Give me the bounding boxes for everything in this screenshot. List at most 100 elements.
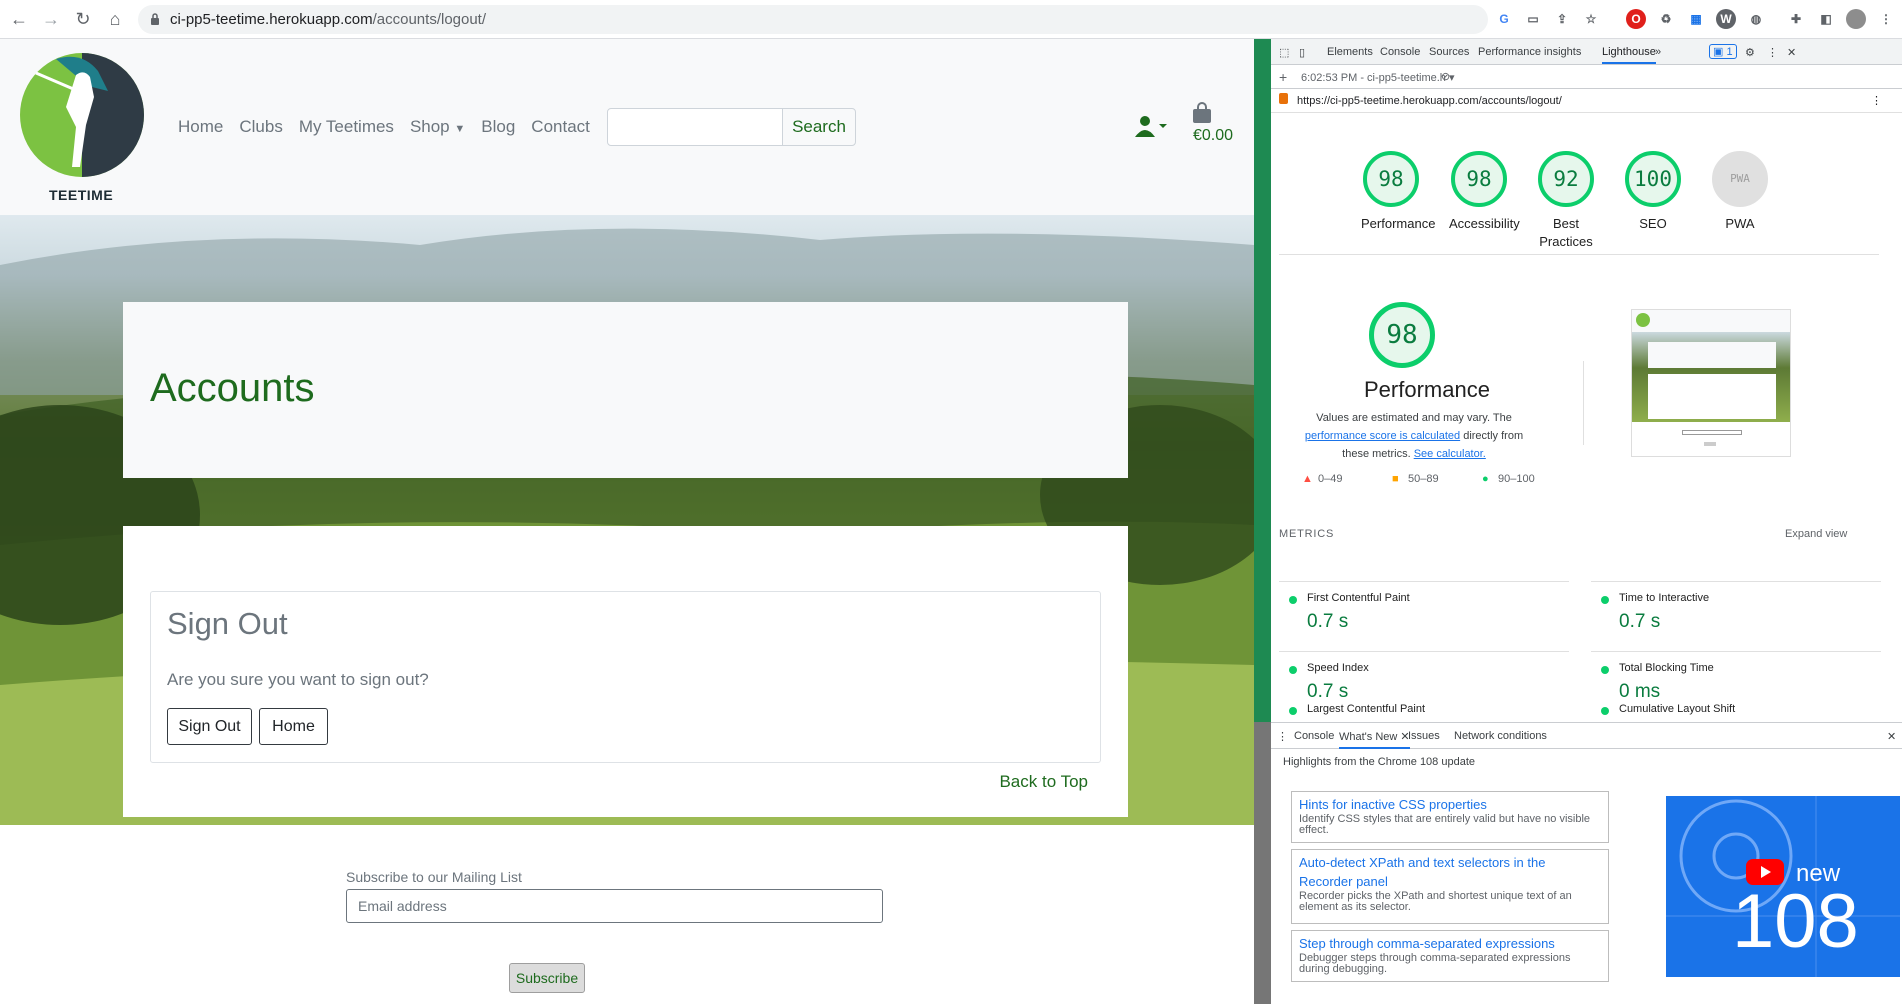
score-performance[interactable]: 98 Performance [1361, 151, 1435, 233]
subscribe-button[interactable]: Subscribe [509, 963, 585, 993]
tab-elements[interactable]: Elements [1327, 46, 1373, 58]
browser-menu-icon[interactable]: ⋮ [1876, 9, 1896, 29]
whats-new-item[interactable]: Step through comma-separated expressions… [1291, 930, 1609, 982]
webpage-viewport: TEETIME Home Clubs My Teetimes Shop ▼ Bl… [0, 39, 1254, 1004]
settings-gear-icon[interactable]: ⚙ [1745, 46, 1755, 59]
home-button[interactable]: Home [259, 708, 328, 745]
globe-extension-icon[interactable]: ◍ [1746, 9, 1766, 29]
recycle-extension-icon[interactable]: ♻ [1656, 9, 1676, 29]
teetime-logo[interactable] [18, 51, 146, 179]
close-drawer-icon[interactable]: ✕ [1887, 730, 1896, 743]
opera-extension-icon[interactable]: O [1626, 9, 1646, 29]
side-panel-icon[interactable]: ◧ [1816, 9, 1836, 29]
score-ring: PWA [1712, 151, 1768, 207]
metric-fcp: First Contentful Paint 0.7 s [1279, 581, 1569, 639]
score-seo[interactable]: 100 SEO [1623, 151, 1683, 233]
nav-home[interactable]: Home [178, 117, 223, 137]
search-input[interactable] [607, 108, 783, 146]
tab-lighthouse[interactable]: Lighthouse [1602, 46, 1656, 64]
hero-background: Accounts Sign Out Are you sure you want … [0, 215, 1254, 825]
drawer-tab-issues[interactable]: Issues [1408, 730, 1440, 742]
score-label: PWA [1725, 216, 1755, 231]
signout-heading: Sign Out [167, 606, 288, 641]
reload-icon[interactable]: ↻ [72, 8, 94, 30]
new-report-icon[interactable]: + [1279, 69, 1287, 85]
final-screenshot-thumbnail[interactable] [1631, 309, 1791, 457]
chrome-108-video-banner[interactable]: new 108 [1666, 796, 1900, 977]
drawer-tab-network-conditions[interactable]: Network conditions [1454, 730, 1547, 742]
url-path: /accounts/logout/ [372, 11, 487, 28]
subscribe-label: Subscribe to our Mailing List [346, 869, 522, 885]
signout-question: Are you sure you want to sign out? [167, 670, 429, 689]
home-icon[interactable]: ⌂ [104, 8, 126, 30]
report-menu-icon[interactable]: ⋮ [1871, 94, 1882, 107]
drawer-tab-whats-new[interactable]: What's New ✕ [1339, 730, 1410, 749]
pass-dot-icon [1601, 596, 1609, 604]
back-arrow-icon[interactable]: ← [8, 8, 30, 30]
bookmark-star-icon[interactable]: ☆ [1581, 9, 1601, 29]
nav-blog[interactable]: Blog [481, 117, 515, 137]
see-calculator-link[interactable]: See calculator. [1414, 448, 1486, 460]
lock-icon [151, 13, 159, 25]
performance-score-link[interactable]: performance score is calculated [1305, 430, 1460, 442]
nav-shop[interactable]: Shop ▼ [410, 117, 465, 137]
score-pwa[interactable]: PWA PWA [1710, 151, 1770, 233]
legend-pass: 90–100 [1498, 473, 1535, 485]
warning-lock-icon [1279, 93, 1288, 104]
cart-total[interactable]: €0.00 [1193, 127, 1233, 145]
report-selector[interactable]: 6:02:53 PM - ci-pp5-teetime.h ▾ [1301, 71, 1454, 84]
extension-icon[interactable]: ▦ [1686, 9, 1706, 29]
score-accessibility[interactable]: 98 Accessibility [1449, 151, 1520, 233]
caret-down-icon: ▼ [454, 123, 466, 135]
reader-mode-icon[interactable]: ▭ [1523, 9, 1543, 29]
issues-badge[interactable]: ▣ 1 [1709, 44, 1737, 59]
forward-arrow-icon[interactable]: → [40, 8, 62, 30]
devtools-menu-icon[interactable]: ⋮ [1767, 46, 1778, 59]
whats-new-item[interactable]: Auto-detect XPath and text selectors in … [1291, 849, 1609, 924]
wordpress-extension-icon[interactable]: W [1716, 9, 1736, 29]
tab-performance-insights[interactable]: Performance insights [1478, 46, 1581, 58]
devtools-splitter-lower [1254, 722, 1271, 1004]
score-best-practices[interactable]: 92 Best Practices [1536, 151, 1596, 251]
email-input[interactable]: Email address [346, 889, 883, 923]
nav-my-teetimes[interactable]: My Teetimes [299, 117, 394, 137]
google-icon[interactable]: G [1494, 9, 1514, 29]
expand-view-toggle[interactable]: Expand view [1785, 528, 1847, 540]
extensions-puzzle-icon[interactable]: ✚ [1786, 9, 1806, 29]
nav-clubs[interactable]: Clubs [239, 117, 282, 137]
perf-desc-text: Values are estimated and may vary. The [1316, 412, 1512, 424]
inspect-element-icon[interactable]: ⬚ [1279, 46, 1289, 59]
tab-sources[interactable]: Sources [1429, 46, 1469, 58]
user-account-icon[interactable] [1135, 115, 1167, 139]
score-label: Accessibility [1449, 216, 1520, 231]
metric-name: Total Blocking Time [1619, 662, 1714, 674]
score-label: Best Practices [1539, 216, 1593, 249]
shopping-bag-icon[interactable] [1191, 102, 1213, 124]
drawer-menu-icon[interactable]: ⋮ [1277, 730, 1288, 743]
close-devtools-icon[interactable]: ✕ [1787, 46, 1796, 59]
tab-console[interactable]: Console [1380, 46, 1420, 58]
more-tabs-icon[interactable]: » [1655, 46, 1661, 58]
devtools-panel: ⬚ ▯ Elements Console Sources Performance… [1254, 39, 1902, 1004]
metric-name: Time to Interactive [1619, 592, 1710, 604]
address-bar[interactable]: ci-pp5-teetime.herokuapp.com/accounts/lo… [138, 5, 1488, 34]
device-toolbar-icon[interactable]: ▯ [1299, 46, 1305, 59]
signout-button[interactable]: Sign Out [167, 708, 252, 745]
profile-avatar[interactable] [1846, 9, 1866, 29]
clear-reports-icon[interactable]: ⊘ [1441, 70, 1450, 83]
whats-new-desc: Recorder picks the XPath and shortest un… [1299, 890, 1572, 913]
score-ring: 92 [1538, 151, 1594, 207]
search-button[interactable]: Search [782, 108, 856, 146]
metric-name: Speed Index [1307, 662, 1369, 674]
pass-circle-icon: ● [1482, 473, 1489, 485]
logo-text: TEETIME [49, 187, 114, 203]
back-to-top-link[interactable]: Back to Top [999, 772, 1088, 792]
nav-contact[interactable]: Contact [531, 117, 590, 137]
share-icon[interactable]: ⇪ [1552, 9, 1572, 29]
drawer-tabbar: ⋮ Console What's New ✕ Issues Network co… [1271, 723, 1902, 749]
whats-new-item[interactable]: Hints for inactive CSS properties Identi… [1291, 791, 1609, 843]
page-title-card: Accounts [123, 302, 1128, 478]
signout-card: Sign Out Are you sure you want to sign o… [123, 526, 1128, 817]
drawer-tab-console[interactable]: Console [1294, 730, 1334, 742]
metric-name: First Contentful Paint [1307, 592, 1410, 604]
